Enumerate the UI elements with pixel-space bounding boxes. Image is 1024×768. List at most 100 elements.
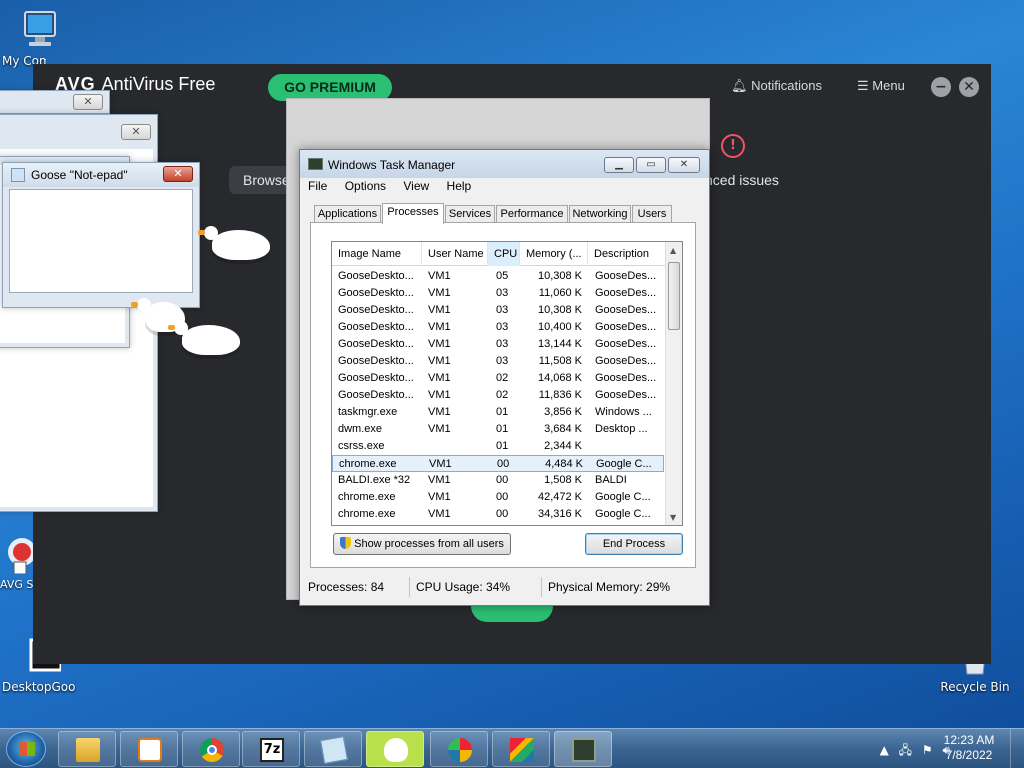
process-row[interactable]: csrss.exe 01 2,344 K [332,438,664,455]
cell-desc: GooseDes... [595,287,657,299]
bell-icon: 🔔︎ [731,78,748,93]
scroll-down-arrow-icon[interactable]: ▼ [670,513,676,522]
cell-user: VM1 [428,287,451,299]
process-row[interactable]: chrome.exe VM1 00 34,316 K Google C... [332,506,664,523]
col-user-name[interactable]: User Name [422,242,488,266]
process-row[interactable]: GooseDeskto... VM1 02 11,836 K GooseDes... [332,387,664,404]
close-button[interactable]: ✕ [121,124,151,140]
menu-help[interactable]: Help [447,179,472,193]
taskbar-7zip[interactable]: 7z [242,731,300,767]
advanced-issues-link[interactable]: nced issues [705,172,779,188]
go-premium-button[interactable]: GO PREMIUM [268,74,392,101]
process-row[interactable]: chrome.exe VM1 00 4,484 K Google C... [332,455,664,472]
status-processes: Processes: 84 [304,577,410,597]
task-manager-icon [572,738,596,762]
col-cpu[interactable]: CPU [488,242,520,266]
taskbar-media-player[interactable] [120,731,178,767]
show-desktop-button[interactable] [1010,729,1024,768]
goose-icon [384,738,408,762]
menu-options[interactable]: Options [345,179,386,193]
background-window-1: ✕ [0,90,110,114]
cell-desc: GooseDes... [595,270,657,282]
menu-file[interactable]: File [308,179,327,193]
end-process-button[interactable]: End Process [585,533,683,555]
start-button[interactable] [6,731,46,767]
cell-name: chrome.exe [338,491,396,503]
menu-view[interactable]: View [403,179,429,193]
col-description[interactable]: Description [588,242,666,266]
process-row[interactable]: GooseDeskto... VM1 03 11,060 K GooseDes... [332,285,664,302]
taskbar-avg-antivirus[interactable] [492,731,550,767]
cell-name: chrome.exe [339,458,397,470]
cell-cpu: 00 [496,474,509,486]
process-row[interactable]: chrome.exe VM1 00 42,472 K Google C... [332,489,664,506]
show-all-users-button[interactable]: Show processes from all users [333,533,511,555]
process-row[interactable]: GooseDeskto... VM1 03 11,508 K GooseDes... [332,353,664,370]
cell-cpu: 05 [496,270,509,282]
close-button[interactable]: ✕ [163,166,193,182]
list-scrollbar[interactable]: ▲ ▼ [665,242,682,525]
avg-minimize-button[interactable]: − [931,77,951,97]
process-row[interactable]: dwm.exe VM1 01 3,684 K Desktop ... [332,421,664,438]
cell-mem: 10,308 K [537,304,582,316]
cell-cpu: 00 [497,458,510,470]
cell-mem: 4,484 K [545,458,583,470]
cell-mem: 3,684 K [544,423,582,435]
cell-desc: GooseDes... [595,389,657,401]
media-player-icon [138,738,162,762]
taskbar-notepad[interactable] [304,731,362,767]
menu-button[interactable]: ☰ Menu [857,78,905,94]
scroll-thumb[interactable] [668,262,680,330]
process-row[interactable]: taskmgr.exe VM1 01 3,856 K Windows ... [332,404,664,421]
notepad-text-area[interactable] [9,189,193,293]
cell-name: GooseDeskto... [338,287,414,299]
cell-user: VM1 [428,406,451,418]
minimize-button[interactable]: ▁ [604,157,634,173]
process-row[interactable]: GooseDeskto... VM1 03 10,400 K GooseDes... [332,319,664,336]
taskbar-chrome[interactable] [182,731,240,767]
col-image-name[interactable]: Image Name [332,242,422,266]
clock[interactable]: 12:23 AM 7/8/2022 [934,733,1004,763]
taskbar-goose[interactable] [366,731,424,767]
taskbar-avg-browser[interactable] [430,731,488,767]
maximize-button[interactable]: ▭ [636,157,666,173]
process-row[interactable]: BALDI.exe *32 VM1 00 1,508 K BALDI [332,472,664,489]
close-button[interactable]: ✕ [73,94,103,110]
cell-cpu: 01 [496,423,509,435]
taskbar-task-manager[interactable] [554,731,612,767]
col-memory[interactable]: Memory (... [520,242,588,266]
close-button[interactable]: ✕ [668,157,700,173]
desktop-icon-avg-browser[interactable]: AVG Secure Browser [0,534,36,591]
notifications-button[interactable]: 🔔︎ Notifications [731,78,822,94]
cell-cpu: 03 [496,355,509,367]
show-hidden-icons-icon[interactable]: ▲ [880,743,889,757]
cell-cpu: 03 [496,287,509,299]
window-title: Windows Task Manager [328,158,456,172]
cell-user: VM1 [428,372,451,384]
show-all-users-label: Show processes from all users [354,538,504,550]
cell-mem: 10,400 K [537,321,582,333]
cell-name: GooseDeskto... [338,338,414,350]
action-center-flag-icon[interactable]: ⚑ [922,743,933,757]
avg-close-button[interactable]: ✕ [959,77,979,97]
cell-desc: GooseDes... [595,321,657,333]
cell-cpu: 03 [496,321,509,333]
tab-processes[interactable]: Processes [382,203,444,224]
clock-time: 12:23 AM [943,733,995,747]
cell-desc: Windows ... [595,406,652,418]
network-icon[interactable]: 🖧︎ [899,743,912,757]
window-titlebar[interactable]: Windows Task Manager ▁ ▭ ✕ [300,150,709,178]
taskbar-explorer[interactable] [58,731,116,767]
cell-user: VM1 [428,508,451,520]
process-row[interactable]: GooseDeskto... VM1 02 14,068 K GooseDes... [332,370,664,387]
process-row[interactable]: GooseDeskto... VM1 03 10,308 K GooseDes... [332,302,664,319]
scroll-up-arrow-icon[interactable]: ▲ [670,246,676,255]
process-row[interactable]: GooseDeskto... VM1 03 13,144 K GooseDes... [332,336,664,353]
desktop-icon-my-computer[interactable]: My Computer [2,10,76,68]
process-row[interactable]: GooseDeskto... VM1 05 10,308 K GooseDes... [332,268,664,285]
cell-user: VM1 [428,491,451,503]
notifications-label: Notifications [751,78,822,93]
7zip-icon: 7z [260,738,284,762]
cell-mem: 11,060 K [538,287,582,299]
goose-notepad-window: Goose "Not-epad" ✕ [2,162,200,308]
